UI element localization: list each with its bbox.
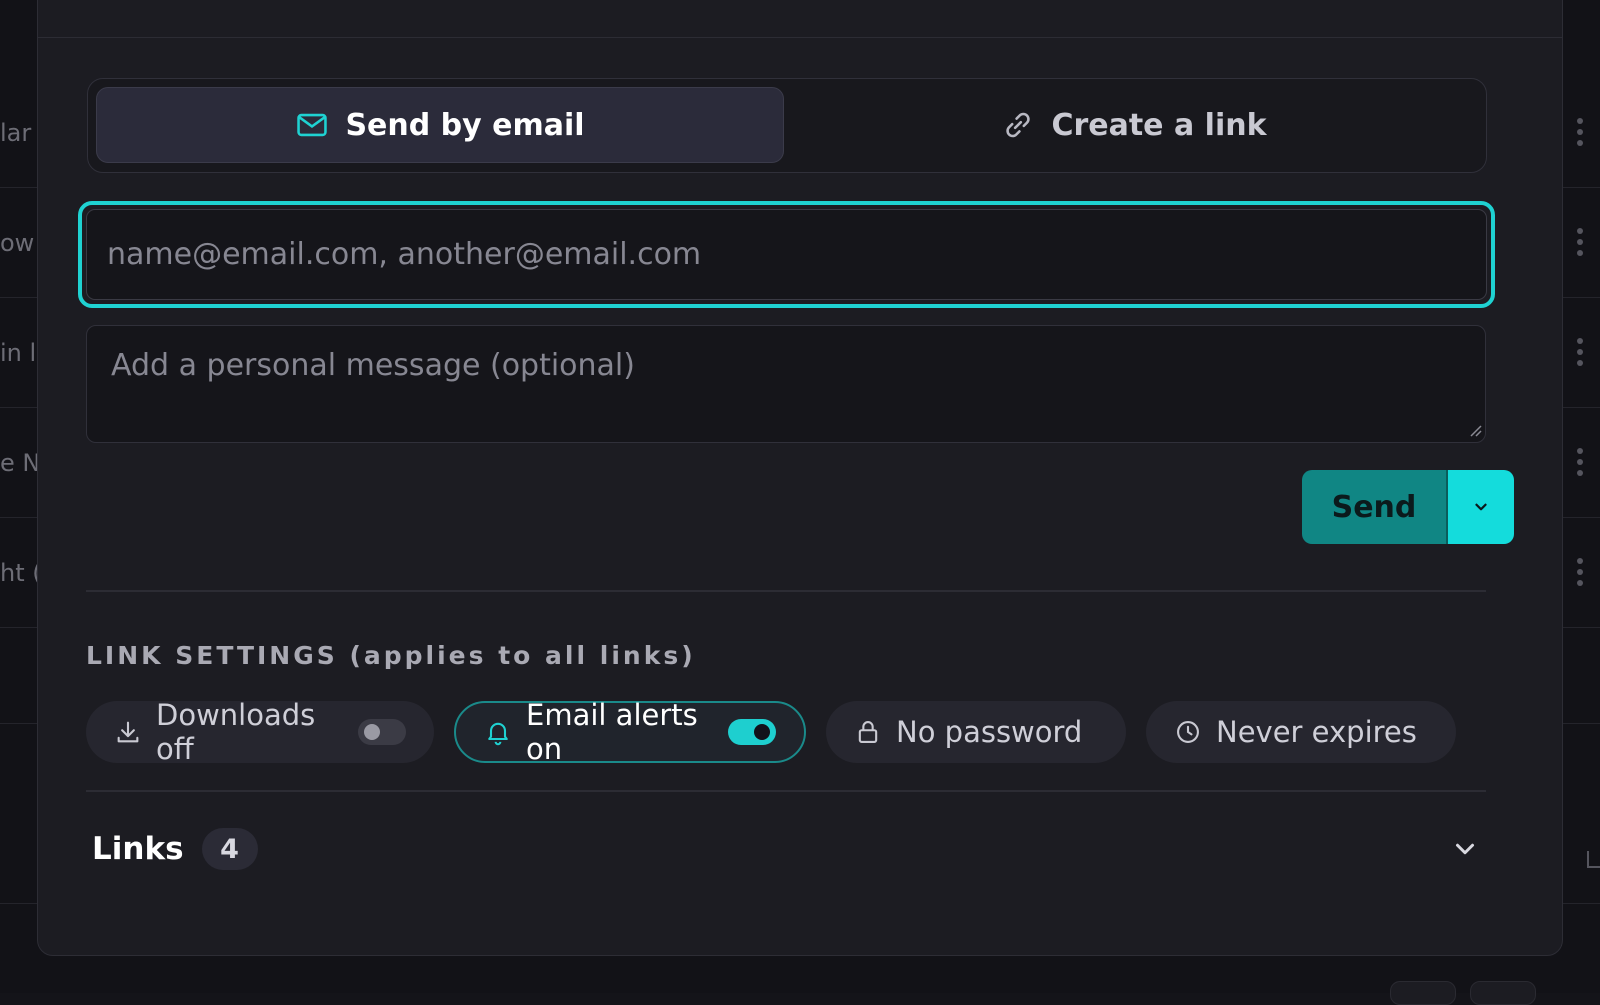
password-setting-chip[interactable]: No password bbox=[826, 701, 1126, 763]
bell-icon bbox=[484, 718, 512, 746]
recipient-email-input[interactable] bbox=[86, 209, 1487, 300]
password-setting-label: No password bbox=[896, 715, 1082, 749]
email-input-focus-ring bbox=[78, 201, 1495, 308]
links-section-header[interactable]: Links 4 bbox=[86, 816, 1486, 882]
downloads-setting-label: Downloads off bbox=[156, 698, 338, 766]
background-pill bbox=[1470, 981, 1536, 1005]
share-mode-tabs: Send by email Create a link bbox=[87, 78, 1487, 173]
send-options-button[interactable] bbox=[1446, 470, 1514, 544]
more-options-icon[interactable] bbox=[1576, 558, 1584, 588]
email-alerts-setting-label: Email alerts on bbox=[526, 698, 708, 766]
more-options-icon[interactable] bbox=[1576, 228, 1584, 258]
background-row-text: ht ( bbox=[0, 559, 42, 587]
send-button-group: Send bbox=[1302, 470, 1514, 544]
email-alerts-toggle[interactable] bbox=[728, 719, 776, 745]
background-row-text: ow bbox=[0, 229, 34, 257]
background-row-text: in l bbox=[0, 339, 36, 367]
mail-icon bbox=[295, 108, 329, 142]
tab-send-by-email[interactable]: Send by email bbox=[96, 87, 784, 163]
background-row-text: e N bbox=[0, 449, 40, 477]
tab-send-by-email-label: Send by email bbox=[345, 108, 584, 143]
more-options-icon[interactable] bbox=[1576, 118, 1584, 148]
share-modal: Send by email Create a link Send LINK SE… bbox=[37, 0, 1563, 956]
chevron-down-icon bbox=[1472, 498, 1490, 516]
expiry-setting-label: Never expires bbox=[1216, 715, 1417, 749]
section-divider bbox=[86, 590, 1486, 592]
background-pill bbox=[1390, 981, 1456, 1005]
share-icon[interactable] bbox=[1580, 845, 1600, 879]
clock-icon bbox=[1174, 718, 1202, 746]
link-icon bbox=[1001, 108, 1035, 142]
tab-create-a-link-label: Create a link bbox=[1051, 108, 1266, 143]
links-heading: Links bbox=[92, 831, 184, 867]
email-alerts-setting-chip[interactable]: Email alerts on bbox=[454, 701, 806, 763]
tab-create-a-link[interactable]: Create a link bbox=[784, 87, 1484, 163]
header-divider bbox=[38, 37, 1562, 38]
expiry-setting-chip[interactable]: Never expires bbox=[1146, 701, 1456, 763]
personal-message-input[interactable] bbox=[86, 325, 1486, 443]
more-options-icon[interactable] bbox=[1576, 338, 1584, 368]
send-button[interactable]: Send bbox=[1302, 470, 1446, 544]
resize-handle-icon[interactable] bbox=[1468, 423, 1482, 437]
link-settings-heading: LINK SETTINGS (applies to all links) bbox=[86, 641, 696, 670]
downloads-toggle[interactable] bbox=[358, 719, 406, 745]
downloads-setting-chip[interactable]: Downloads off bbox=[86, 701, 434, 763]
links-count-badge: 4 bbox=[202, 828, 258, 870]
background-row-text: lar bbox=[0, 119, 31, 147]
section-divider bbox=[86, 790, 1486, 792]
lock-icon bbox=[854, 718, 882, 746]
download-icon bbox=[114, 718, 142, 746]
more-options-icon[interactable] bbox=[1576, 448, 1584, 478]
chevron-down-icon[interactable] bbox=[1450, 834, 1480, 864]
